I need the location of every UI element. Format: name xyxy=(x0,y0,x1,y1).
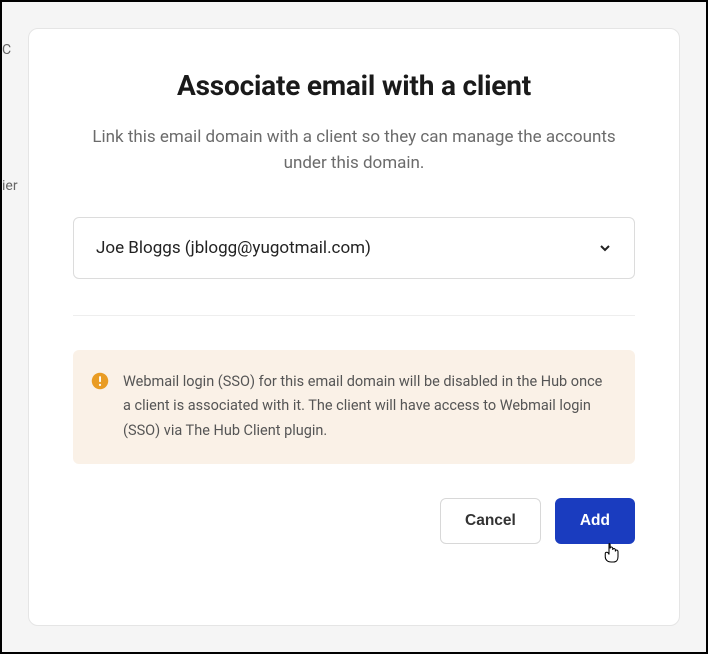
cursor-pointer-icon xyxy=(603,542,621,564)
client-select[interactable]: Joe Bloggs (jblogg@yugotmail.com) xyxy=(73,217,635,279)
button-row: Cancel Add xyxy=(73,498,635,544)
modal-title: Associate email with a client xyxy=(73,69,635,102)
background-text: C xyxy=(2,42,11,58)
client-select-wrapper: Joe Bloggs (jblogg@yugotmail.com) xyxy=(73,217,635,279)
modal-description: Link this email domain with a client so … xyxy=(73,124,635,177)
client-select-value: Joe Bloggs (jblogg@yugotmail.com) xyxy=(96,238,371,258)
cancel-button[interactable]: Cancel xyxy=(440,498,541,544)
divider xyxy=(73,315,635,316)
warning-box: Webmail login (SSO) for this email domai… xyxy=(73,350,635,464)
warning-message: Webmail login (SSO) for this email domai… xyxy=(123,370,613,444)
associate-email-modal: Associate email with a client Link this … xyxy=(28,28,680,626)
add-button[interactable]: Add xyxy=(555,498,635,544)
warning-icon xyxy=(91,372,109,390)
background-text: ier xyxy=(2,178,18,194)
